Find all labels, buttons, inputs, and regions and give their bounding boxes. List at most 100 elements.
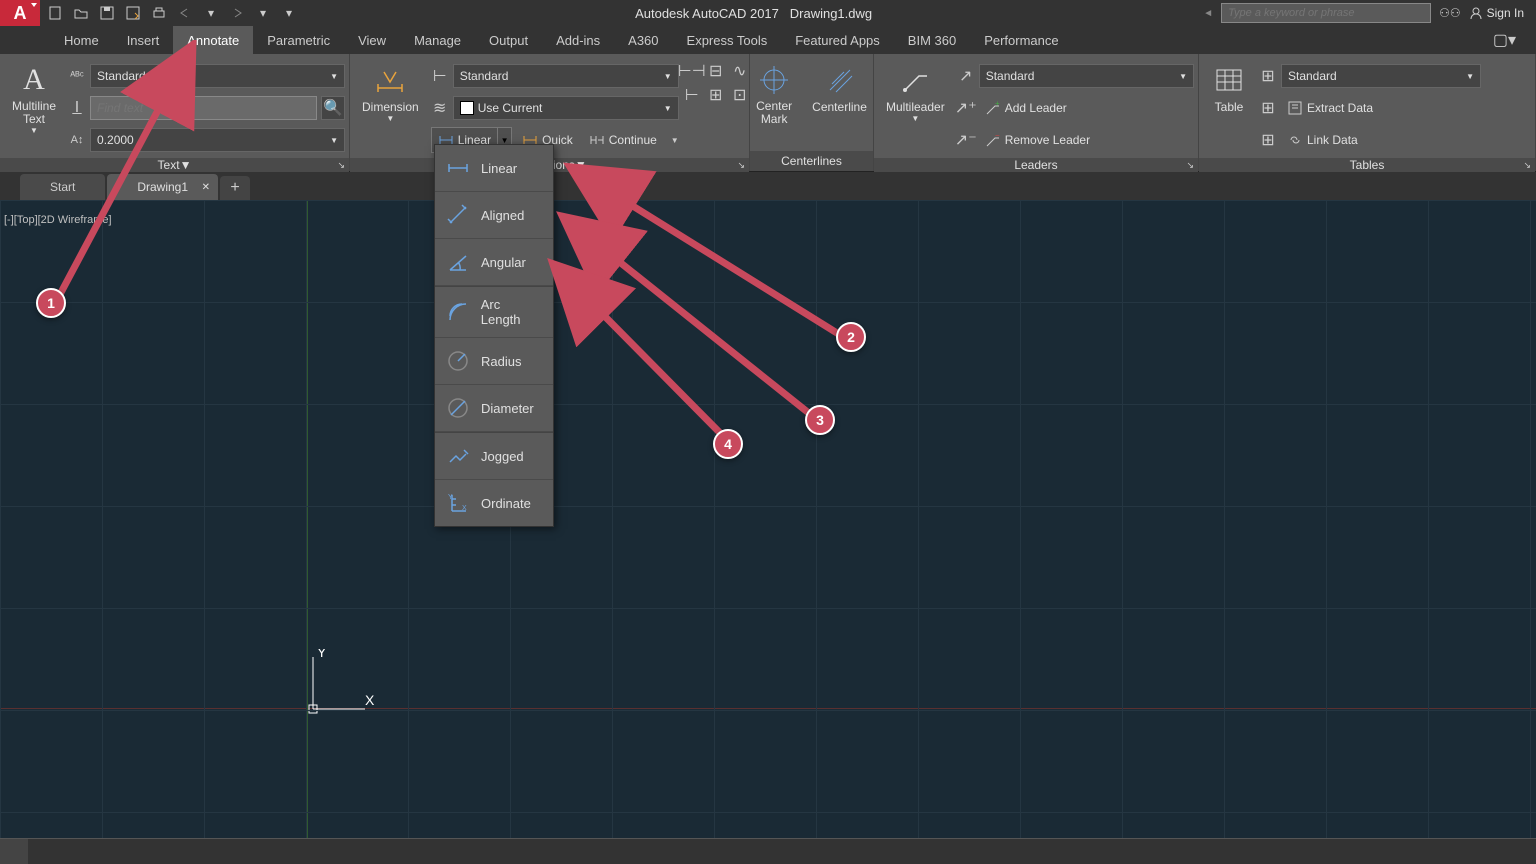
- centermark-button[interactable]: Center Mark: [748, 58, 800, 130]
- table-edit-icon[interactable]: ⊞: [1259, 99, 1277, 117]
- multiline-text-button[interactable]: A Multiline Text ▼: [4, 58, 64, 139]
- multileader-icon: [897, 62, 933, 98]
- dim-oblique-icon[interactable]: ⊞: [707, 86, 725, 104]
- link-data-button[interactable]: Link Data: [1281, 128, 1364, 152]
- title-bar: A ▾ ▾ ▾ Autodesk AutoCAD 2017 Drawing1.d…: [0, 0, 1536, 26]
- panel-title-tables[interactable]: Tables↘: [1199, 158, 1535, 172]
- app-menu-button[interactable]: A: [0, 0, 40, 26]
- new-tab-button[interactable]: +: [220, 176, 250, 200]
- text-style-combo[interactable]: Standard▼: [90, 64, 345, 88]
- dimension-icon: [372, 62, 408, 98]
- flyout-linear[interactable]: Linear: [435, 145, 553, 192]
- flyout-diameter[interactable]: Diameter: [435, 385, 553, 432]
- qat-customize-icon[interactable]: ▾: [278, 2, 300, 24]
- drawing-canvas[interactable]: [-][Top][2D Wireframe] Y X: [0, 200, 1536, 838]
- infocenter-icon[interactable]: ⚇⚇: [1439, 6, 1461, 20]
- table-button[interactable]: Table: [1203, 58, 1255, 118]
- saveas-icon[interactable]: [122, 2, 144, 24]
- redo-drop-icon[interactable]: ▾: [252, 2, 274, 24]
- panel-title-text[interactable]: Text ▼↘: [0, 158, 349, 172]
- tab-featured[interactable]: Featured Apps: [781, 26, 894, 54]
- undo-icon[interactable]: [174, 2, 196, 24]
- flyout-jogged[interactable]: Jogged: [435, 432, 553, 480]
- centerline-button[interactable]: Centerline: [804, 58, 875, 118]
- tab-view[interactable]: View: [344, 26, 400, 54]
- add-leader-icon: +: [985, 100, 1001, 116]
- tab-output[interactable]: Output: [475, 26, 542, 54]
- text-height-combo[interactable]: 0.2000▼: [90, 128, 345, 152]
- save-icon[interactable]: [96, 2, 118, 24]
- svg-text:−: −: [995, 132, 1000, 140]
- add-leader-button[interactable]: + Add Leader: [979, 96, 1073, 120]
- textheight-icon: A↕: [68, 131, 86, 149]
- close-icon[interactable]: ✕: [202, 182, 210, 193]
- tab-start[interactable]: Start: [20, 174, 105, 200]
- ribbon-expand-icon[interactable]: ▢▾: [1493, 30, 1516, 50]
- panel-title-leaders[interactable]: Leaders↘: [874, 158, 1198, 172]
- print-icon[interactable]: [148, 2, 170, 24]
- undo-drop-icon[interactable]: ▾: [200, 2, 222, 24]
- search-back-icon[interactable]: ◄: [1203, 8, 1213, 19]
- tab-insert[interactable]: Insert: [113, 26, 174, 54]
- user-icon: [1469, 6, 1483, 20]
- dim-jogged-icon[interactable]: ∿: [731, 62, 749, 80]
- leader-align-icon[interactable]: ↗⁺: [957, 99, 975, 117]
- remove-leader-button[interactable]: − Remove Leader: [979, 128, 1096, 152]
- document-tabs: Start Drawing1✕ +: [0, 172, 1536, 200]
- dim-continue-button[interactable]: Continue: [583, 128, 663, 152]
- find-go-icon[interactable]: 🔍: [321, 96, 345, 120]
- dimstyle-icon: ⊢: [431, 67, 449, 85]
- model-layout-toggle[interactable]: [0, 839, 28, 864]
- signin-button[interactable]: Sign In: [1469, 6, 1524, 20]
- view-controls[interactable]: [-][Top][2D Wireframe]: [4, 214, 112, 226]
- find-text-input[interactable]: [90, 96, 317, 120]
- dimension-button[interactable]: Dimension ▼: [354, 58, 427, 127]
- dimlayer-icon: ≋: [431, 99, 449, 117]
- table-export-icon[interactable]: ⊞: [1259, 131, 1277, 149]
- window-title: Autodesk AutoCAD 2017 Drawing1.dwg: [304, 6, 1203, 21]
- link-icon: [1287, 132, 1303, 148]
- search-input[interactable]: [1221, 3, 1431, 23]
- extract-icon: [1287, 100, 1303, 116]
- tab-express[interactable]: Express Tools: [673, 26, 782, 54]
- table-icon: [1211, 62, 1247, 98]
- flyout-arclength[interactable]: Arc Length: [435, 286, 553, 338]
- dim-baseline-icon[interactable]: ⊢: [683, 86, 701, 104]
- table-style-combo[interactable]: Standard▼: [1281, 64, 1481, 88]
- flyout-aligned[interactable]: Aligned: [435, 192, 553, 239]
- tab-manage[interactable]: Manage: [400, 26, 475, 54]
- tab-home[interactable]: Home: [50, 26, 113, 54]
- tablestyle-icon: ⊞: [1259, 67, 1277, 85]
- tab-annotate[interactable]: Annotate: [173, 26, 253, 54]
- leader-collect-icon[interactable]: ↗⁻: [957, 131, 975, 149]
- flyout-radius[interactable]: Radius: [435, 338, 553, 385]
- tab-bim360[interactable]: BIM 360: [894, 26, 970, 54]
- tab-drawing1[interactable]: Drawing1✕: [107, 174, 218, 200]
- tab-addins[interactable]: Add-ins: [542, 26, 614, 54]
- y-axis: [307, 200, 308, 838]
- extract-data-button[interactable]: Extract Data: [1281, 96, 1379, 120]
- redo-icon[interactable]: [226, 2, 248, 24]
- leader-style-combo[interactable]: Standard▼: [979, 64, 1194, 88]
- tab-a360[interactable]: A360: [614, 26, 672, 54]
- flyout-angular[interactable]: Angular: [435, 239, 553, 286]
- open-icon[interactable]: [70, 2, 92, 24]
- annotation-badge-4: 4: [713, 429, 743, 459]
- flyout-ordinate[interactable]: YX Ordinate: [435, 480, 553, 526]
- dim-layer-combo[interactable]: Use Current ▼: [453, 96, 679, 120]
- dim-tolerance-icon[interactable]: ⊡: [731, 86, 749, 104]
- tab-parametric[interactable]: Parametric: [253, 26, 344, 54]
- svg-text:Y: Y: [317, 649, 327, 660]
- panel-title-centerlines: Centerlines: [750, 151, 873, 171]
- dim-adjust-icon[interactable]: ⊟: [707, 62, 725, 80]
- tab-performance[interactable]: Performance: [970, 26, 1072, 54]
- centermark-icon: [756, 62, 792, 98]
- new-icon[interactable]: [44, 2, 66, 24]
- dim-style-combo[interactable]: Standard▼: [453, 64, 679, 88]
- panel-tables: Table ⊞ Standard▼ ⊞ Extract Data ⊞: [1199, 54, 1536, 171]
- dim-break-icon[interactable]: ⊢⊣: [683, 62, 701, 80]
- aligned-dim-icon: [445, 202, 471, 228]
- panel-leaders: Multileader ▼ ↗ Standard▼ ↗⁺ + Add Leade…: [874, 54, 1199, 171]
- status-bar: [0, 838, 1536, 864]
- multileader-button[interactable]: Multileader ▼: [878, 58, 953, 127]
